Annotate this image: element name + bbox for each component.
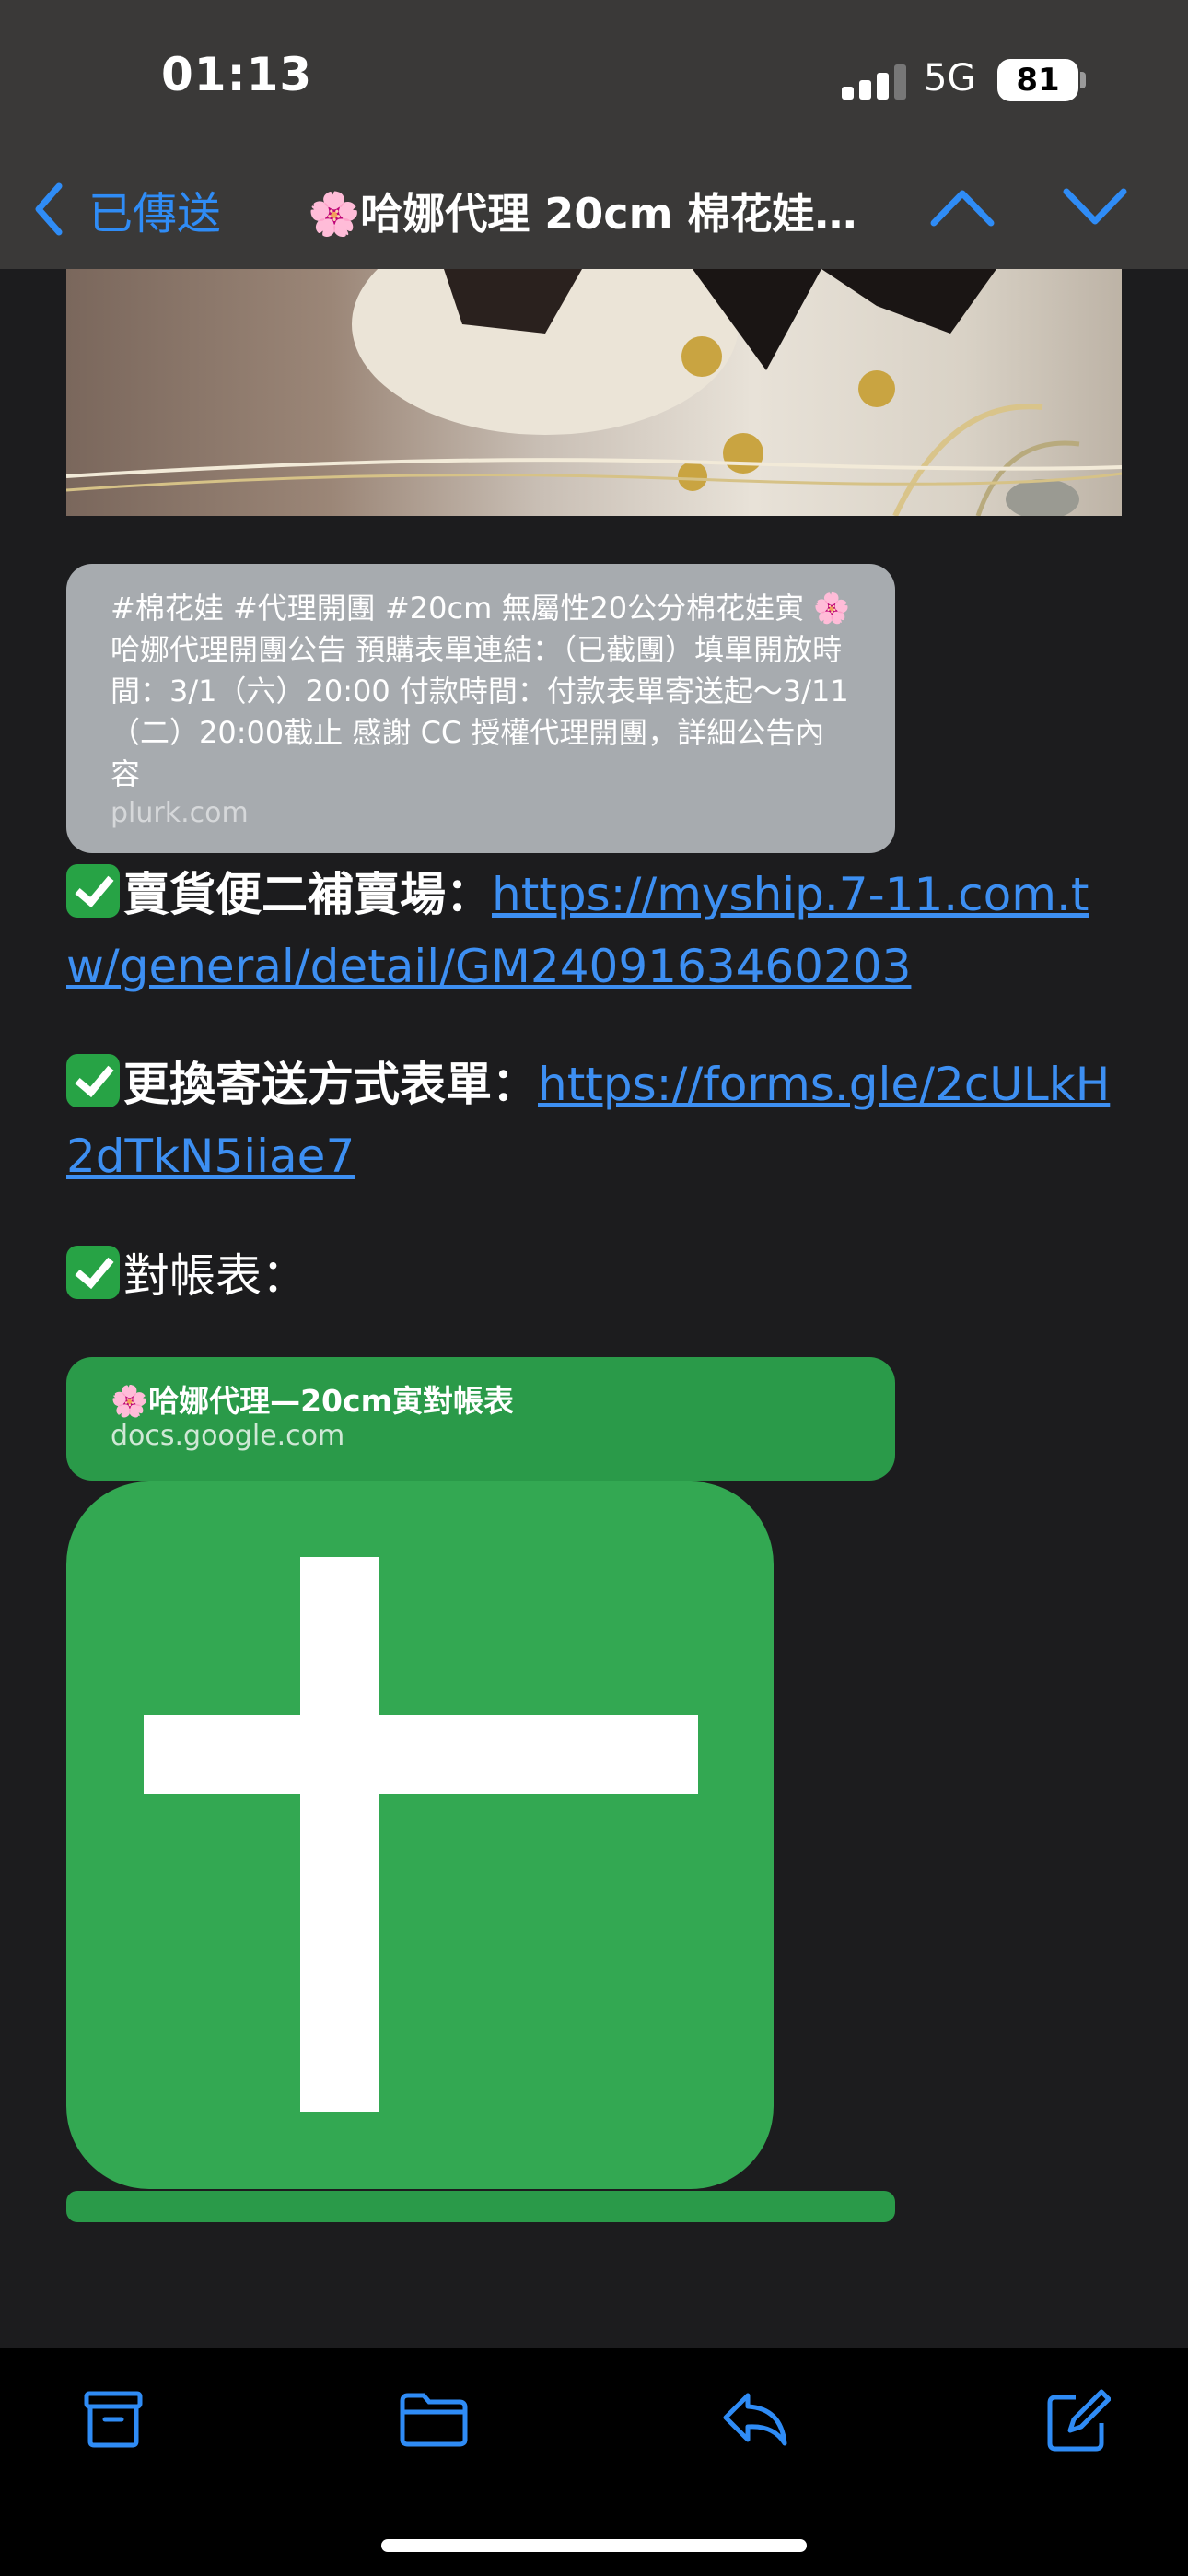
ledger-label: 對帳表： (123, 1249, 308, 1303)
banner-image (66, 269, 1122, 516)
shop-line: 賣貨便二補賣場：https://myship.7-11.com.tw/gener… (66, 859, 1135, 1002)
home-indicator[interactable] (381, 2539, 807, 2552)
check-mark-icon (66, 1246, 120, 1299)
preview-title: 🌸哈娜代理—20cm寅對帳表 (111, 1383, 514, 1419)
reply-icon (723, 2393, 787, 2446)
cellular-signal-icon (842, 63, 906, 100)
archive-icon (84, 2391, 143, 2448)
header: 01:13 5G 81 已傳送 🌸哈娜代理 20cm 棉花娃… (0, 0, 1188, 269)
battery-icon: 81 (997, 59, 1078, 101)
message-subject: 🌸哈娜代理 20cm 棉花娃… (308, 189, 857, 239)
plurk-link-preview[interactable]: #棉花娃 #代理開團 #20cm 無屬性20公分棉花娃寅 🌸哈娜代理開團公告 預… (66, 564, 895, 853)
chevron-down-icon (1063, 188, 1127, 225)
google-sheets-icon[interactable] (66, 1481, 774, 2189)
form-label: 更換寄送方式表單： (123, 1058, 538, 1111)
network-type: 5G (924, 57, 976, 100)
archive-button[interactable] (81, 2388, 146, 2453)
preview-text: #棉花娃 #代理開團 #20cm 無屬性20公分棉花娃寅 🌸哈娜代理開團公告 預… (111, 591, 851, 791)
previous-message-button[interactable] (930, 184, 995, 234)
preview-domain: plurk.com (111, 797, 249, 829)
preview-footer (66, 2191, 895, 2222)
ledger-line: 對帳表： (66, 1240, 1135, 1312)
compose-button[interactable] (1044, 2388, 1112, 2458)
check-mark-icon (66, 864, 120, 918)
shop-label: 賣貨便二補賣場： (123, 868, 492, 921)
compose-icon (1047, 2389, 1112, 2452)
check-mark-icon (66, 1054, 120, 1107)
folder-icon (400, 2393, 468, 2447)
chevron-up-icon (930, 190, 995, 227)
next-message-button[interactable] (1063, 184, 1127, 234)
back-label: 已傳送 (88, 188, 222, 240)
docs-link-preview[interactable]: 🌸哈娜代理—20cm寅對帳表 docs.google.com (66, 1357, 895, 1481)
form-line: 更換寄送方式表單：https://forms.gle/2cULkH2dTkN5i… (66, 1048, 1135, 1192)
status-time: 01:13 (161, 48, 313, 101)
reply-button[interactable] (720, 2388, 790, 2453)
battery-tip (1080, 72, 1086, 88)
move-to-folder-button[interactable] (398, 2388, 470, 2453)
back-button[interactable]: 已傳送 (33, 177, 221, 241)
chevron-left-icon (35, 182, 63, 236)
preview-domain: docs.google.com (111, 1420, 345, 1452)
